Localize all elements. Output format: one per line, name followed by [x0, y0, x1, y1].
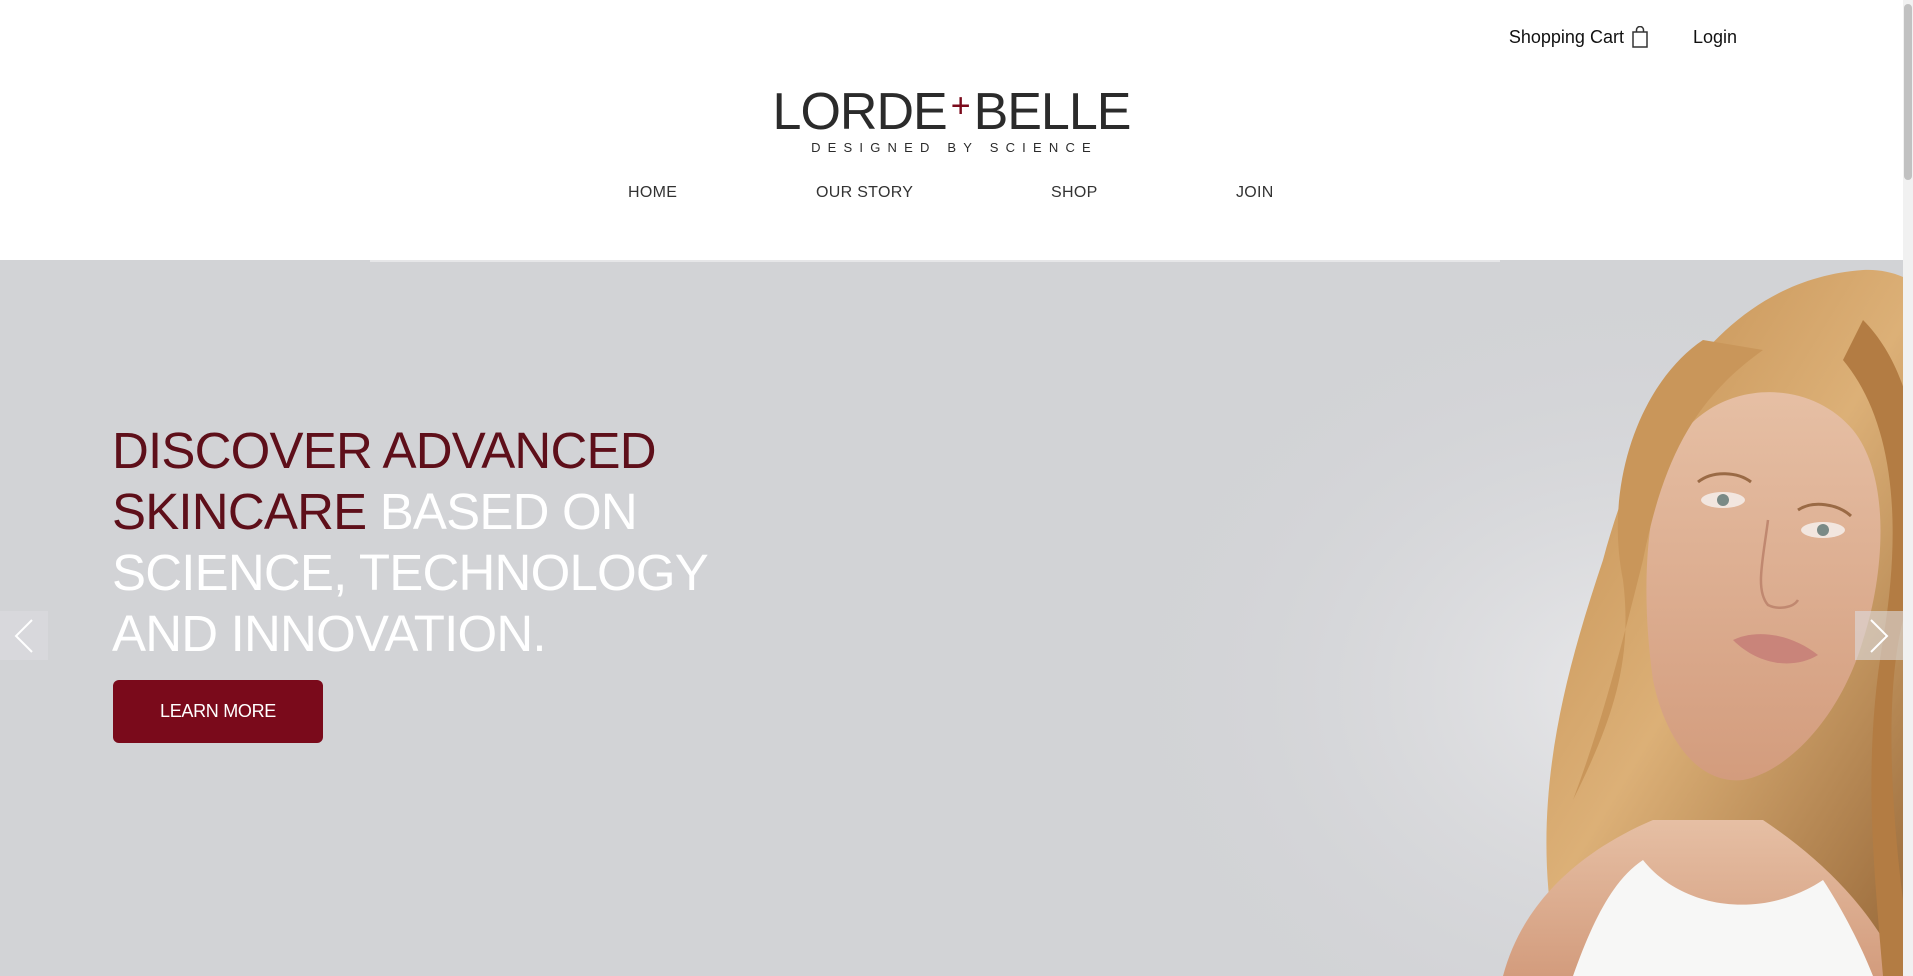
logo-word-left: LORDE	[772, 83, 948, 141]
nav-item-join[interactable]: JOIN	[1236, 184, 1274, 202]
nav-item-our-story[interactable]: OUR STORY	[816, 184, 913, 202]
learn-more-button[interactable]: LEARN MORE	[113, 680, 323, 743]
logo-tagline: DESIGNED BY SCIENCE	[811, 140, 1098, 155]
carousel-next-button[interactable]	[1855, 611, 1903, 660]
shopping-cart-link[interactable]: Shopping Cart	[1509, 26, 1649, 48]
page: Shopping Cart Login LORDE + BELLE DESIGN…	[0, 0, 1903, 976]
hero-portrait-image	[1003, 260, 1903, 976]
nav-item-shop[interactable]: SHOP	[1051, 184, 1098, 202]
nav-item-home[interactable]: HOME	[628, 184, 677, 202]
logo-plus: +	[950, 87, 971, 125]
chevron-left-icon	[14, 618, 33, 653]
shopping-cart-label: Shopping Cart	[1508, 26, 1624, 47]
logo-word-right: BELLE	[973, 83, 1132, 141]
top-bar: Shopping Cart Login	[1509, 26, 1737, 48]
brand-logo[interactable]: LORDE + BELLE DESIGNED BY SCIENCE	[773, 86, 1132, 155]
chevron-right-icon	[1870, 618, 1889, 653]
page-scrollbar[interactable]	[1903, 0, 1913, 976]
shopping-bag-icon	[1632, 26, 1648, 48]
hero-headline: DISCOVER ADVANCED SKINCARE BASED ON SCIE…	[112, 420, 732, 664]
hero-banner: DISCOVER ADVANCED SKINCARE BASED ON SCIE…	[0, 260, 1903, 976]
scrollbar-thumb[interactable]	[1904, 4, 1912, 180]
carousel-prev-button[interactable]	[0, 611, 48, 660]
login-link[interactable]: Login	[1693, 27, 1737, 48]
